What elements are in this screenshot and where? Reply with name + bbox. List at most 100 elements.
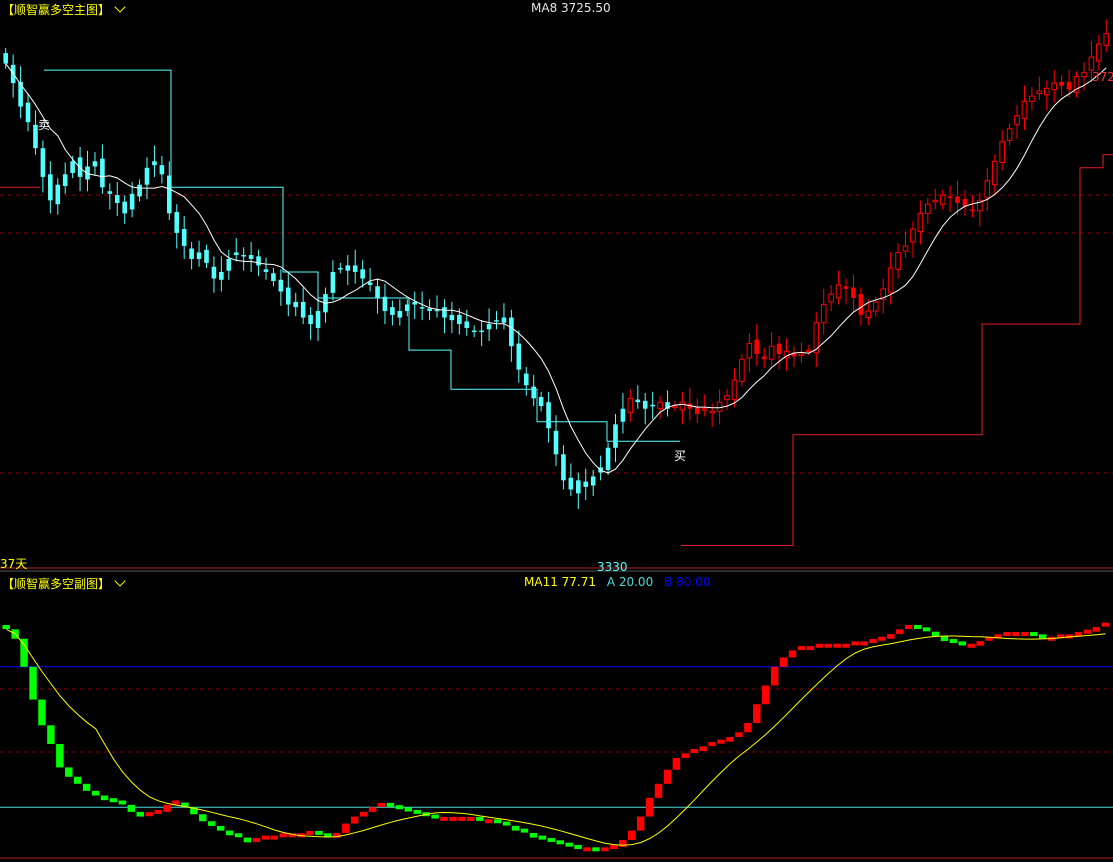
candle-body bbox=[315, 311, 321, 328]
oscillator-bar bbox=[538, 835, 547, 840]
oscillator-bar bbox=[672, 758, 681, 770]
candle-body bbox=[627, 397, 634, 414]
candle-body bbox=[308, 314, 313, 325]
candle-body bbox=[107, 191, 113, 194]
chevron-down-icon[interactable] bbox=[114, 1, 126, 13]
sub-chart-title[interactable]: 【顺智赢多空副图】 bbox=[2, 575, 126, 592]
candle-body bbox=[1066, 81, 1072, 90]
candle-body bbox=[746, 343, 753, 359]
candle-body bbox=[576, 480, 581, 494]
main-chart-title-text: 【顺智赢多空主图】 bbox=[2, 3, 111, 17]
candle-body bbox=[92, 161, 98, 167]
oscillator-bar bbox=[592, 847, 600, 852]
grid-lines bbox=[0, 194, 1113, 859]
oscillator-bar bbox=[1039, 634, 1047, 639]
oscillator-bar bbox=[493, 819, 502, 824]
days-label: 37天 bbox=[0, 557, 27, 571]
candle-body bbox=[1051, 82, 1058, 91]
candle-body bbox=[100, 158, 105, 188]
oscillator-bar bbox=[1012, 632, 1020, 637]
oscillator-bar bbox=[82, 783, 91, 791]
oscillator-bar bbox=[753, 704, 761, 723]
candle-body bbox=[672, 405, 678, 409]
candle-body bbox=[739, 358, 745, 382]
oscillator-bar bbox=[225, 830, 234, 836]
candle-body bbox=[241, 255, 246, 257]
oscillator-bar bbox=[342, 823, 350, 833]
candle-body bbox=[776, 343, 782, 355]
oscillator-bar bbox=[38, 699, 46, 726]
candle-body bbox=[293, 301, 299, 308]
oscillator-bar bbox=[20, 638, 28, 667]
oscillator-bar bbox=[931, 631, 940, 637]
candle-body bbox=[345, 265, 351, 271]
oscillator-ma-line bbox=[6, 628, 1106, 846]
oscillator-bar bbox=[797, 646, 806, 651]
candle-body bbox=[40, 148, 46, 177]
candle-body bbox=[300, 301, 306, 318]
candle-body bbox=[701, 408, 708, 411]
candle-body bbox=[427, 308, 432, 312]
oscillator-bar bbox=[904, 625, 913, 630]
main-chart-title[interactable]: 【顺智赢多空主图】 bbox=[2, 1, 126, 18]
candle-body bbox=[531, 386, 536, 399]
oscillator-bar bbox=[234, 833, 243, 838]
candle-body bbox=[471, 330, 477, 333]
oscillator-bar bbox=[395, 805, 404, 810]
candle-body bbox=[1006, 128, 1013, 141]
oscillator-bar bbox=[806, 646, 815, 651]
candle-body bbox=[338, 268, 343, 270]
candle-body bbox=[1088, 56, 1095, 71]
oscillator-bar bbox=[261, 835, 270, 840]
oscillator-bar bbox=[699, 746, 707, 752]
candle-body bbox=[352, 265, 358, 272]
candle-body bbox=[538, 396, 544, 407]
oscillator-bar bbox=[654, 783, 663, 798]
candle-body bbox=[1059, 81, 1064, 86]
main-ma-readout: MA8 3725.50 bbox=[531, 1, 611, 15]
oscillator-bar bbox=[100, 795, 109, 801]
candle-body bbox=[590, 476, 596, 486]
candle-body bbox=[546, 402, 551, 429]
oscillator-bar bbox=[440, 816, 448, 821]
oscillator-bar bbox=[2, 625, 10, 630]
oscillator-bar bbox=[252, 837, 261, 842]
oscillator-bar bbox=[967, 643, 975, 648]
candle-body bbox=[3, 53, 9, 64]
candle-body bbox=[872, 301, 879, 312]
chevron-down-icon[interactable] bbox=[114, 575, 126, 587]
level-b-readout: B 80.00 bbox=[664, 575, 711, 589]
candle-body bbox=[204, 249, 209, 263]
candle-body bbox=[397, 311, 403, 318]
candle-body bbox=[724, 395, 730, 401]
sub-indicator-readout: MA11 77.71 A 20.00 B 80.00 bbox=[524, 575, 717, 589]
oscillator-bar bbox=[1083, 629, 1092, 634]
oscillator-bar bbox=[913, 625, 922, 630]
candle-body bbox=[984, 180, 991, 199]
candle-body bbox=[761, 356, 767, 360]
oscillator-bar bbox=[556, 840, 564, 845]
candle-body bbox=[947, 196, 953, 198]
oscillator-bar bbox=[431, 814, 439, 819]
oscillator-bar bbox=[851, 641, 859, 646]
oscillator-bar bbox=[368, 807, 377, 812]
oscillator-bar bbox=[199, 814, 207, 822]
candle-body bbox=[360, 269, 365, 279]
candle-body bbox=[828, 293, 834, 303]
candle-body bbox=[412, 301, 418, 305]
oscillator-bar bbox=[47, 725, 55, 745]
candle-body bbox=[330, 271, 336, 293]
candle-body bbox=[858, 294, 864, 315]
oscillator-bar bbox=[306, 830, 314, 835]
candle-body bbox=[1103, 33, 1110, 46]
candlestick-series bbox=[3, 19, 1110, 509]
candle-body bbox=[939, 194, 946, 205]
candle-body bbox=[835, 284, 842, 299]
candle-body bbox=[910, 228, 916, 243]
oscillator-bar bbox=[726, 737, 734, 742]
oscillator-bar bbox=[350, 816, 359, 824]
candle-body bbox=[62, 174, 68, 187]
oscillator-bar bbox=[762, 685, 770, 705]
candle-body bbox=[464, 321, 470, 328]
oscillator-bar bbox=[788, 650, 797, 658]
